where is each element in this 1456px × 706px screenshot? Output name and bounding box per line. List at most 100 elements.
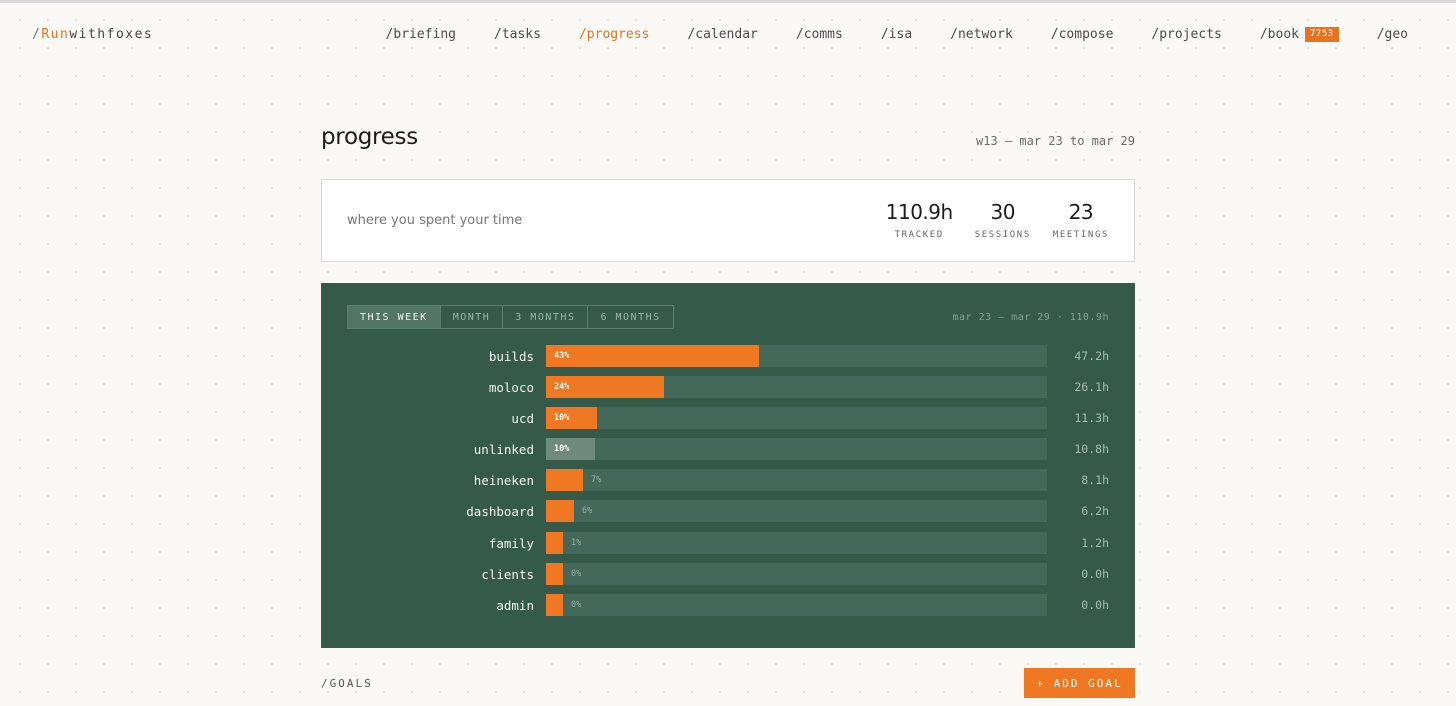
nav-label: /projects [1151,27,1222,42]
bar-fill [546,593,563,616]
bar-fill [546,531,563,554]
nav-label: /geo [1376,27,1408,42]
bar-label: dashboard [466,504,534,520]
nav-label: /compose [1050,27,1114,42]
tab-3-months[interactable]: 3 MONTHS [503,306,589,328]
bar-label: moloco [488,380,534,396]
bar-track: 0% [546,562,1047,585]
bar-chart: builds 43% 47.2h moloco 24% 26.1h ucd 10% 11.3h u… [321,345,1135,625]
summary-card: where you spent your time 110.9h TRACKED… [321,179,1135,262]
bar-track: 10% [546,438,1047,461]
week-range: w13 — mar 23 to mar 29 [976,134,1135,148]
bar-fill [546,469,583,492]
nav-label: /calendar [687,27,758,42]
bar-fill [546,345,759,367]
nav-briefing[interactable]: /briefing [386,27,456,42]
bar-value-label: 26.1h [1074,380,1109,395]
nav-tasks[interactable]: /tasks [494,27,541,42]
bar-percent-label: 1% [571,537,582,548]
stat-meetings: 23 MEETINGS [1053,200,1109,240]
main-nav: /briefing /tasks /progress /calendar /co… [386,27,1408,42]
bar-row-dashboard: dashboard 6% 6.2h [321,500,1135,531]
stat-tracked: 110.9h TRACKED [886,200,953,240]
stat-sessions: 30 SESSIONS [975,200,1031,240]
bar-track: 0% [546,593,1047,616]
nav-isa[interactable]: /isa [881,27,912,42]
stat-label: MEETINGS [1052,230,1109,240]
stat-label: TRACKED [894,230,944,240]
logo-slash: / [32,27,42,42]
bar-percent-label: 0% [571,599,582,610]
range-tabs: THIS WEEK MONTH 3 MONTHS 6 MONTHS [347,305,674,329]
bar-row-builds: builds 43% 47.2h [321,345,1135,376]
bar-percent-label: 7% [591,475,602,486]
bar-value-label: 47.2h [1074,349,1109,363]
bar-value-label: 10.8h [1074,442,1109,457]
logo-rest: withfoxes [69,27,154,42]
bar-track: 43% [546,345,1047,367]
nav-label: /briefing [385,27,456,42]
page-title: progress [321,124,418,150]
top-border [0,0,1456,3]
bar-fill [546,562,563,585]
goals-title: /GOALS [321,677,373,690]
nav-book[interactable]: /book 7753 [1260,27,1339,42]
bar-percent-label: 10% [554,444,570,455]
nav-projects[interactable]: /projects [1151,27,1221,42]
bar-percent-label: 6% [582,506,593,517]
bar-row-clients: clients 0% 0.0h [321,562,1135,594]
bar-value-label: 8.1h [1081,473,1109,488]
bar-label: clients [481,566,534,582]
bar-row-admin: admin 0% 0.0h [321,593,1135,625]
nav-progress[interactable]: /progress [579,27,649,42]
bar-value-label: 1.2h [1081,535,1109,550]
bar-row-moloco: moloco 24% 26.1h [321,376,1135,407]
bar-value-label: 11.3h [1074,411,1109,426]
bar-track: 6% [546,500,1047,523]
add-goal-button[interactable]: + ADD GOAL [1024,668,1135,698]
bar-row-family: family 1% 1.2h [321,531,1135,563]
book-count-badge: 7753 [1305,27,1339,42]
bar-percent-label: 43% [554,351,570,361]
bar-label: family [488,535,534,551]
panel-range: mar 23 – mar 29 · 110.9h [952,312,1109,323]
tab-this-week[interactable]: THIS WEEK [348,306,441,328]
tab-month[interactable]: MONTH [441,306,504,328]
bar-percent-label: 24% [554,382,570,393]
nav-label: /book [1259,27,1299,42]
bar-track: 7% [546,469,1047,492]
summary-stats: 110.9h TRACKED 30 SESSIONS 23 MEETINGS [886,200,1109,240]
summary-label: where you spent your time [347,213,523,228]
bar-label: builds [488,349,534,364]
logo[interactable]: /Runwithfoxes [32,27,153,42]
stat-value: 110.9h [885,200,953,224]
bar-row-ucd: ucd 10% 11.3h [321,407,1135,438]
nav-label: /progress [578,27,650,42]
nav-label: /comms [795,27,843,42]
bar-row-unlinked: unlinked 10% 10.8h [321,438,1135,469]
nav-label: /isa [880,27,913,42]
bar-value-label: 0.0h [1081,566,1109,581]
bar-track: 24% [546,376,1047,399]
bar-track: 10% [546,407,1047,430]
bar-label: ucd [511,411,534,427]
bar-value-label: 0.0h [1081,597,1109,612]
bar-label: admin [496,597,534,613]
nav-calendar[interactable]: /calendar [687,27,757,42]
nav-label: /network [950,27,1013,42]
nav-network[interactable]: /network [950,27,1013,42]
bar-track: 1% [546,531,1047,554]
bar-fill [546,500,574,523]
stat-value: 30 [990,200,1016,224]
nav-label: /tasks [494,27,541,42]
bar-percent-label: 0% [571,568,582,579]
stat-value: 23 [1068,200,1094,224]
tab-6-months[interactable]: 6 MONTHS [588,306,672,328]
logo-accent: Run [41,27,70,42]
nav-compose[interactable]: /compose [1051,27,1114,42]
bar-label: heineken [473,473,534,489]
bar-label: unlinked [473,442,534,458]
bar-row-heineken: heineken 7% 8.1h [321,469,1135,500]
nav-geo[interactable]: /geo [1377,27,1408,42]
nav-comms[interactable]: /comms [796,27,843,42]
